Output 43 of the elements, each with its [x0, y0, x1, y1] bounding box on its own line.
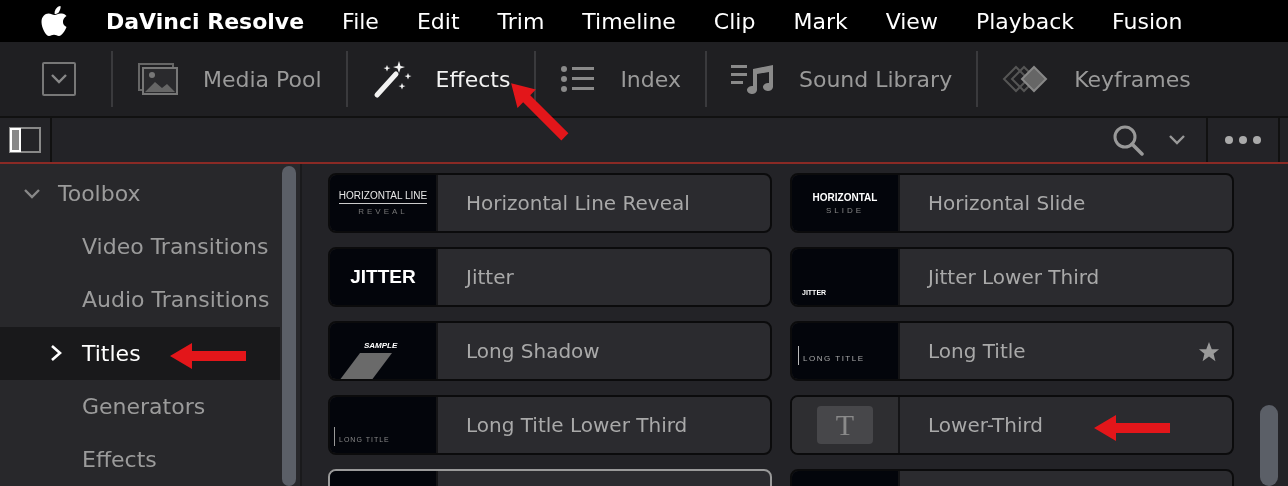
title-tile[interactable]: T Lower-Third [790, 395, 1234, 455]
tile-name: Long Shadow [465, 339, 600, 363]
menu-item[interactable]: Mark [793, 8, 848, 34]
tile-name: Horizontal Line Reveal [465, 191, 690, 215]
menu-item[interactable]: Clip [713, 8, 756, 34]
thumbnail-title: LONG TITLE [803, 354, 865, 363]
thumbnail-title: HORIZONTAL [812, 191, 878, 203]
title-tile[interactable]: SAMPLE Long Shadow [328, 321, 772, 381]
tile-name: Lower-Third [927, 413, 1044, 437]
letter-tile: T [817, 406, 873, 444]
menu-item[interactable]: Timeline [582, 8, 676, 34]
sidebar-item[interactable]: Video Transitions [0, 220, 280, 274]
title-tile[interactable]: HORIZONTAL LINE REVEAL Horizontal Line Reveal [328, 173, 772, 233]
sidebar-item[interactable]: Titles [0, 326, 280, 380]
menu-item[interactable]: Edit [416, 8, 460, 34]
thumbnail-subtitle: REVEAL [358, 207, 408, 216]
tile-name: Horizontal Slide [927, 191, 1086, 215]
thumbnail-subtitle: SLIDE [825, 205, 865, 215]
menu-item[interactable]: Fusion [1112, 8, 1183, 34]
tile-name: Jitter [464, 265, 514, 289]
title-tile[interactable]: HORIZONTAL SLIDE Horizontal Slide [790, 173, 1234, 233]
sidebar-item[interactable]: Audio Transitions [0, 273, 280, 327]
tile-name: Long Title [927, 339, 1026, 363]
menu-item[interactable]: File [342, 8, 379, 34]
app-menu[interactable]: DaVinci Resolve [106, 8, 305, 34]
toolbar-tab[interactable]: Keyframes [978, 49, 1215, 109]
toolbar-tab[interactable]: Index [536, 49, 705, 109]
thumbnail-title: SAMPLE [364, 341, 398, 350]
sidebar-item[interactable]: Generators [0, 379, 280, 433]
tile-name: Long Title Lower Third [465, 413, 688, 437]
menu-item[interactable]: View [885, 8, 938, 34]
title-tile[interactable]: JITTER Jitter [328, 247, 772, 307]
sidebar-item[interactable]: Effects [0, 432, 280, 486]
thumbnail-title: JITTER [350, 266, 416, 288]
sidebar-item[interactable]: Toolbox [0, 167, 280, 221]
tile-name: Jitter Lower Third [926, 265, 1100, 289]
toolbar-tab[interactable]: Sound Library [706, 49, 977, 109]
toolbar-tab[interactable]: Effects [347, 49, 535, 109]
thumbnail-title: HORIZONTAL LINE [338, 190, 428, 204]
menu-item[interactable]: Playback [975, 8, 1075, 34]
menu-item[interactable]: Trim [497, 8, 545, 34]
title-tile[interactable]: LONG TITLE Long Title [790, 321, 1234, 381]
toolbar-tab[interactable]: Media Pool [113, 49, 346, 109]
